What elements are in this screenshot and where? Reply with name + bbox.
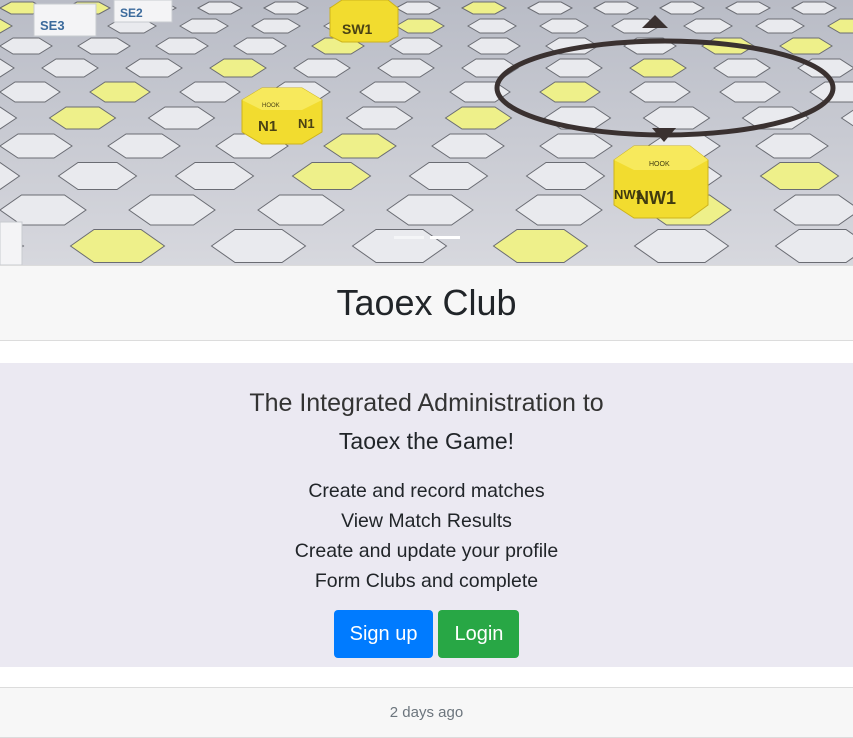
login-button[interactable]: Login — [438, 610, 520, 658]
feature-item: View Match Results — [341, 510, 512, 532]
piece-label: N1 — [298, 116, 315, 131]
site-header: Taoex Club — [0, 265, 853, 341]
piece-label: SE2 — [120, 6, 143, 20]
piece-label: SE3 — [40, 18, 65, 33]
piece-label: HOOK — [649, 161, 670, 168]
piece-label: N1 — [258, 118, 277, 135]
carousel-indicators — [0, 236, 853, 239]
game-piece-se3: SE3 — [33, 3, 97, 37]
auth-buttons: Sign up Login — [0, 610, 853, 658]
feature-item: Form Clubs and complete — [314, 570, 539, 592]
intro-jumbotron: The Integrated Administration to Taoex t… — [0, 363, 853, 667]
footer-timestamp: 2 days ago — [0, 687, 853, 738]
game-piece-sw1: SW1 — [329, 0, 399, 43]
feature-item: Create and update your profile — [294, 540, 559, 562]
game-piece-nw1: NW1 NW1 HOOK — [613, 145, 709, 219]
hero-carousel[interactable]: N1 N1 HOOK NW1 NW1 HOOK SW1 SE3 SE2 — [0, 0, 853, 265]
carousel-indicator-active[interactable] — [429, 236, 460, 239]
game-board-image: N1 N1 HOOK NW1 NW1 HOOK SW1 SE3 SE2 — [0, 0, 853, 265]
page-title: Taoex Club — [336, 282, 517, 323]
feature-item: Create and record matches — [308, 480, 545, 502]
piece-label: NW1 — [614, 187, 643, 202]
intro-lead: The Integrated Administration to — [249, 389, 604, 417]
intro-subtitle: Taoex the Game! — [338, 428, 515, 454]
piece-label: HOOK — [262, 103, 280, 109]
game-piece-n1: N1 N1 HOOK — [241, 87, 323, 145]
feature-list: Create and record matches View Match Res… — [0, 476, 853, 596]
carousel-indicator[interactable] — [393, 236, 424, 239]
signup-button[interactable]: Sign up — [333, 610, 434, 658]
game-piece-partial — [0, 221, 23, 265]
game-piece-se2: SE2 — [113, 0, 173, 23]
piece-label: SW1 — [342, 21, 373, 37]
